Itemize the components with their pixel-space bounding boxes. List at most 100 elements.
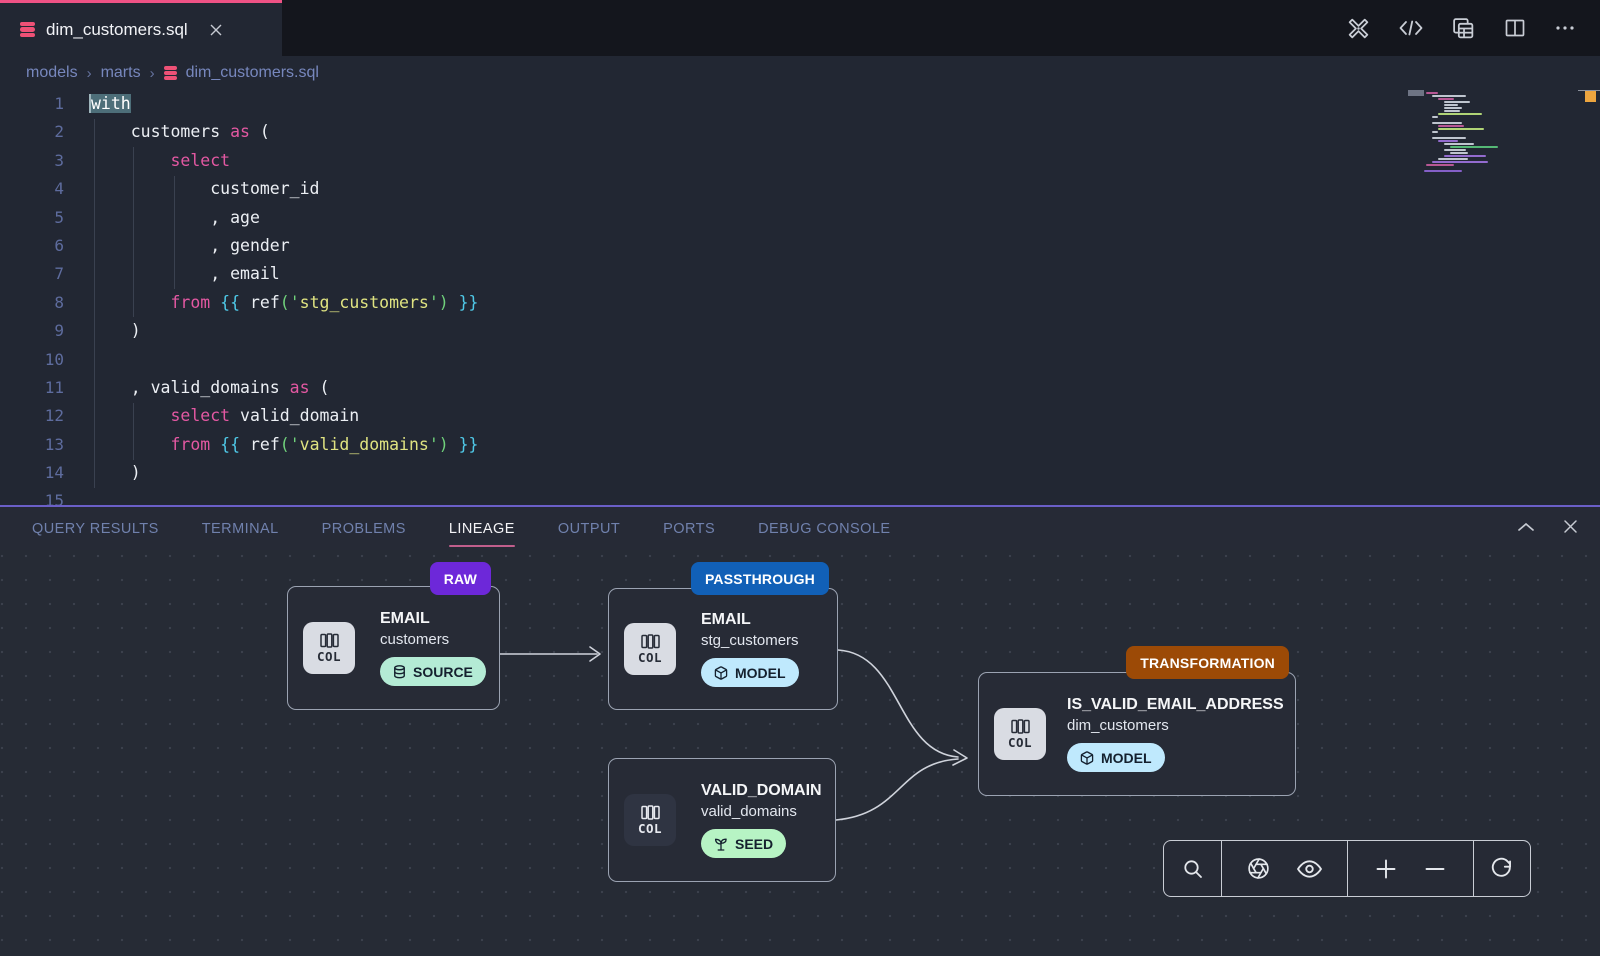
code-token: ( [310, 378, 330, 397]
aperture-icon[interactable] [1246, 856, 1271, 881]
code-token [449, 293, 459, 312]
lineage-node-valid-domains[interactable]: COL VALID_DOMAIN valid_domains SEED [608, 758, 836, 882]
tab-dim-customers-sql[interactable]: dim_customers.sql [0, 0, 282, 56]
code-token [210, 293, 220, 312]
code-line-3[interactable]: 3 select [0, 147, 1600, 175]
panel-tab-problems[interactable]: PROBLEMS [322, 508, 406, 549]
column-icon: COL [994, 708, 1046, 760]
minimap-line [1438, 158, 1468, 160]
minimap-line [1426, 92, 1438, 94]
line-number: 1 [0, 90, 64, 118]
dbt-power-user-icon[interactable] [1346, 16, 1371, 41]
lineage-node-dim-customers[interactable]: TRANSFORMATION COL IS_VALID_EMAIL_ADDRES… [978, 672, 1296, 796]
line-content: with [91, 90, 131, 118]
breadcrumb-item-file[interactable]: dim_customers.sql [186, 64, 319, 82]
minimap-line [1444, 143, 1474, 145]
code-token: from [170, 435, 210, 454]
line-content: , valid_domains as ( [91, 374, 329, 402]
code-token: ' [429, 293, 439, 312]
line-content: from {{ ref('stg_customers') }} [91, 289, 479, 317]
lineage-canvas[interactable]: RAW COL EMAIL customers SOURCE PASSTHROU… [0, 550, 1600, 956]
code-token: , email [91, 264, 280, 283]
chevron-up-icon[interactable] [1517, 520, 1535, 538]
copy-table-icon[interactable] [1451, 16, 1476, 41]
breadcrumb-item-marts[interactable]: marts [101, 64, 141, 82]
lineage-node-stg-customers[interactable]: PASSTHROUGH COL EMAIL stg_customers MODE… [608, 588, 838, 710]
panel-tab-output[interactable]: OUTPUT [558, 508, 620, 549]
toolbar-search-section [1164, 841, 1222, 896]
code-icon[interactable] [1398, 17, 1424, 39]
code-token: ref [240, 293, 280, 312]
line-content: customers as ( [91, 118, 270, 146]
model-type-pill: MODEL [1067, 743, 1165, 772]
column-icon-label: COL [638, 821, 662, 836]
code-line-13[interactable]: 13 from {{ ref('valid_domains') }} [0, 431, 1600, 459]
zoom-in-icon[interactable] [1374, 857, 1398, 881]
panel-tab-terminal[interactable]: TERMINAL [202, 508, 279, 549]
panel-tab-lineage[interactable]: LINEAGE [449, 508, 515, 549]
minimap-line [1444, 110, 1460, 112]
code-token [91, 151, 170, 170]
minimap[interactable] [1420, 92, 1538, 182]
minimap-line [1424, 170, 1462, 172]
minimap-line [1438, 125, 1464, 127]
code-line-14[interactable]: 14 ) [0, 459, 1600, 487]
minimap-line [1438, 140, 1458, 142]
code-token: , age [91, 208, 260, 227]
code-line-10[interactable]: 10 [0, 346, 1600, 374]
line-number: 2 [0, 118, 64, 146]
code-line-7[interactable]: 7 , email [0, 260, 1600, 288]
code-token: ) [439, 435, 449, 454]
column-icon: COL [303, 622, 355, 674]
code-line-6[interactable]: 6 , gender [0, 232, 1600, 260]
panel-close-icon[interactable] [1563, 519, 1578, 539]
lineage-node-customers[interactable]: RAW COL EMAIL customers SOURCE [287, 586, 500, 710]
code-token: stg_customers [300, 293, 429, 312]
line-number: 12 [0, 402, 64, 430]
column-icon-label: COL [1008, 735, 1032, 750]
breadcrumb-item-models[interactable]: models [26, 64, 78, 82]
minimap-line [1432, 131, 1438, 133]
panel-tabs: QUERY RESULTS TERMINAL PROBLEMS LINEAGE OUTP… [32, 508, 890, 549]
overview-ruler-marker [1585, 91, 1596, 102]
code-line-11[interactable]: 11 , valid_domains as ( [0, 374, 1600, 402]
line-content: select valid_domain [91, 402, 359, 430]
more-actions-icon[interactable] [1554, 17, 1576, 39]
line-number: 4 [0, 175, 64, 203]
minimap-line [1432, 116, 1438, 118]
code-line-15[interactable]: 15 [0, 487, 1600, 505]
panel-tab-debug-console[interactable]: DEBUG CONSOLE [758, 508, 890, 549]
toolbar-zoom-section [1348, 841, 1474, 896]
code-line-2[interactable]: 2 customers as ( [0, 118, 1600, 146]
refresh-icon[interactable] [1489, 856, 1514, 881]
tab-close-icon[interactable] [209, 23, 223, 37]
passthrough-tag-badge: PASSTHROUGH [691, 562, 829, 595]
panel-tab-ports[interactable]: PORTS [663, 508, 715, 549]
split-editor-icon[interactable] [1503, 16, 1527, 40]
eye-icon[interactable] [1296, 857, 1323, 881]
minimap-line [1432, 122, 1462, 124]
line-content: ) [91, 459, 141, 487]
code-editor[interactable]: 1with2 customers as (3 select4 customer_… [0, 90, 1600, 505]
code-line-5[interactable]: 5 , age [0, 204, 1600, 232]
code-line-1[interactable]: 1 with [0, 90, 1600, 118]
code-token: {{ [220, 435, 240, 454]
minimap-line [1438, 128, 1484, 130]
code-line-8[interactable]: 8 from {{ ref('stg_customers') }} [0, 289, 1600, 317]
line-number: 7 [0, 260, 64, 288]
code-token: customers [91, 122, 220, 141]
code-line-9[interactable]: 9 ) [0, 317, 1600, 345]
code-token: ref [240, 435, 280, 454]
code-line-4[interactable]: 4 customer_id [0, 175, 1600, 203]
column-icon: COL [624, 794, 676, 846]
node-table-name: valid_domains [701, 803, 797, 820]
panel-tab-query-results[interactable]: QUERY RESULTS [32, 508, 159, 549]
zoom-out-icon[interactable] [1423, 857, 1447, 881]
node-column-name: VALID_DOMAIN [701, 782, 822, 800]
pill-label: MODEL [735, 665, 786, 681]
code-line-12[interactable]: 12 select valid_domain [0, 402, 1600, 430]
minimap-line [1426, 164, 1454, 166]
code-token: }} [459, 435, 479, 454]
search-icon[interactable] [1181, 857, 1205, 881]
minimap-line [1450, 146, 1498, 148]
